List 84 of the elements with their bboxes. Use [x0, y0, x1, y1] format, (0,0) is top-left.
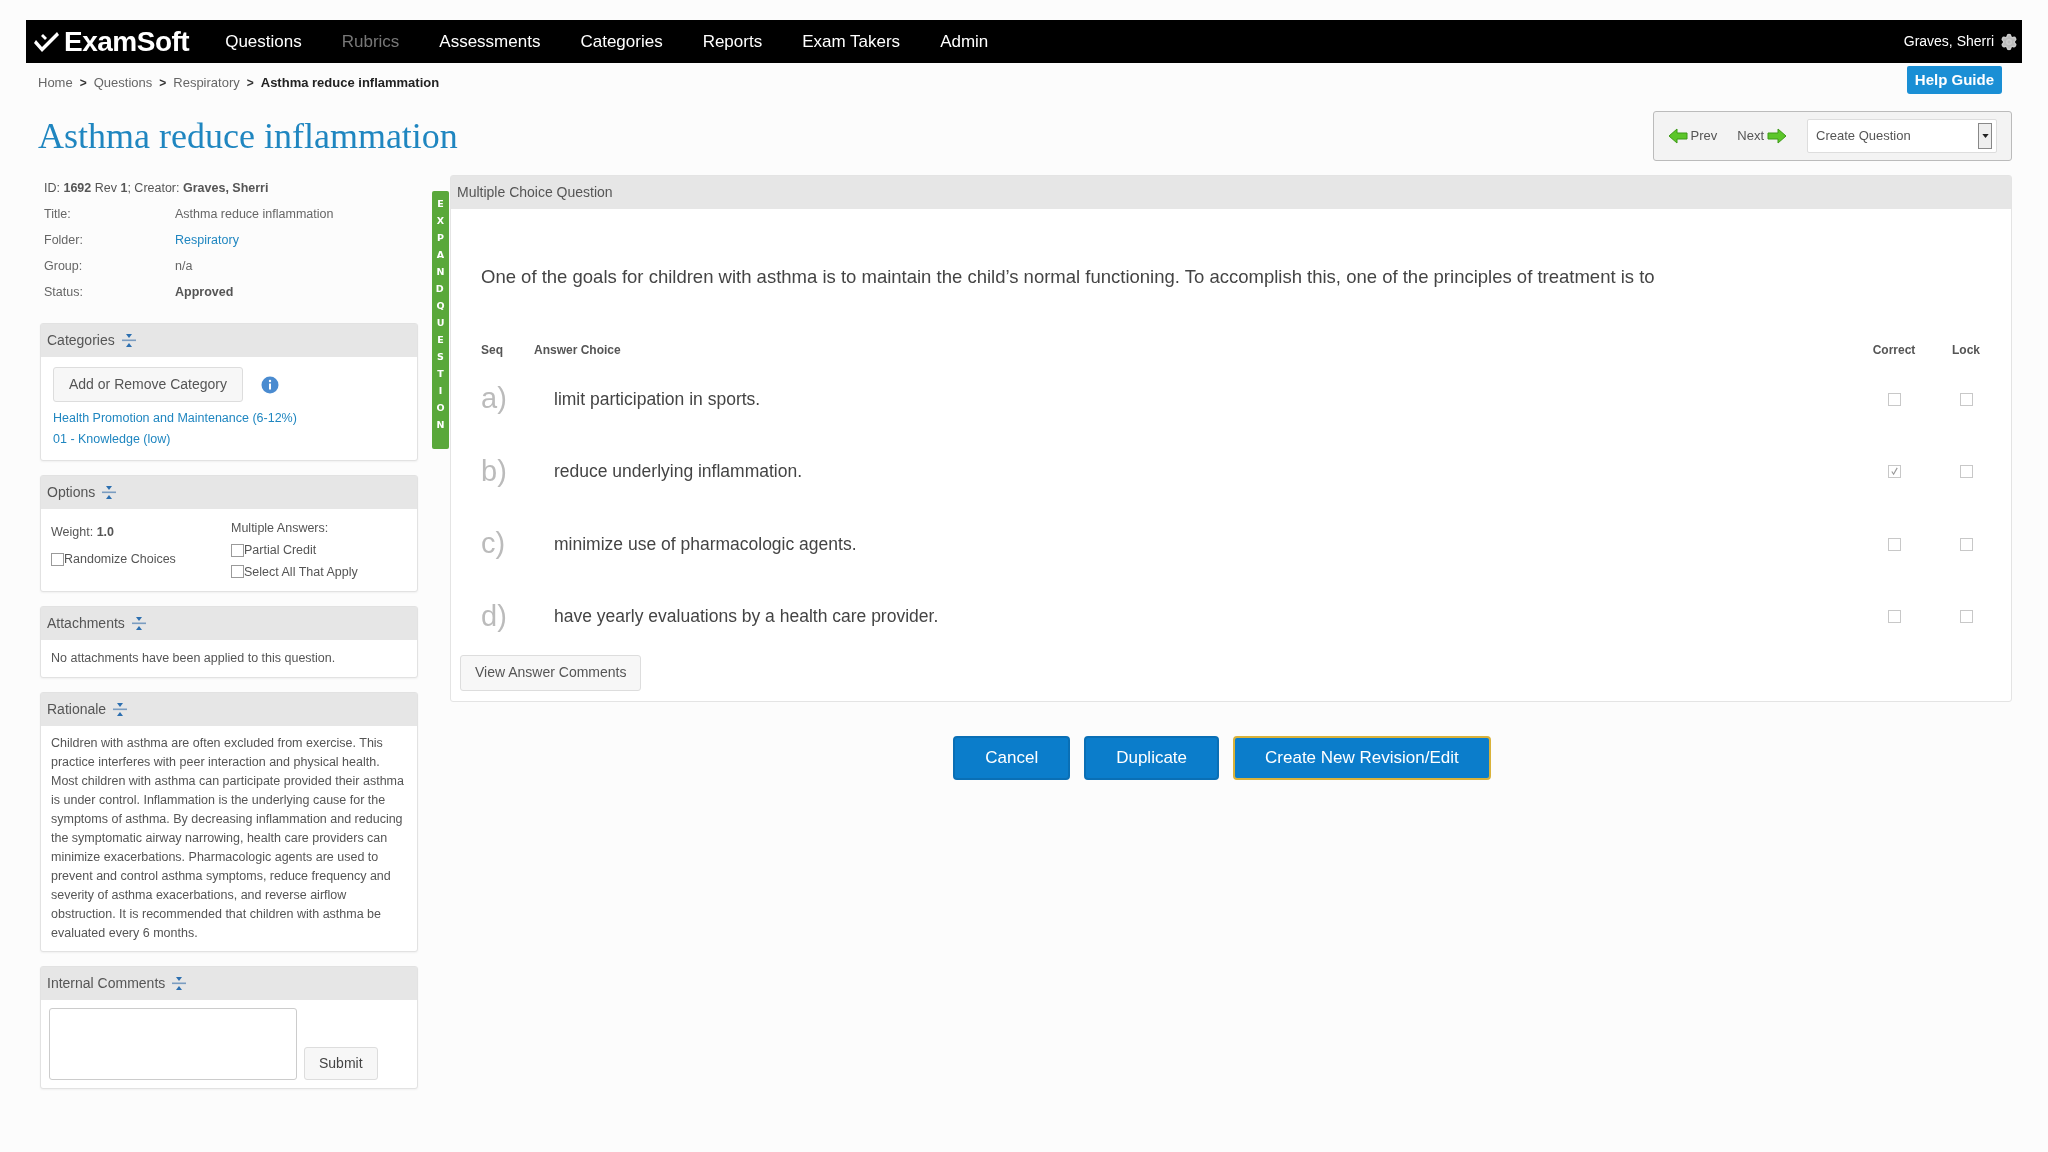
- field-value: Approved: [175, 284, 234, 301]
- nav-link[interactable]: Categories: [580, 28, 663, 55]
- panel-title: Attachments: [47, 614, 125, 634]
- panel-title: Multiple Choice Question: [457, 183, 613, 202]
- correct-checkbox[interactable]: [1887, 537, 1901, 551]
- category-link[interactable]: 01 - Knowledge (low): [53, 429, 405, 450]
- nav-link[interactable]: Exam Takers: [802, 28, 901, 55]
- choice-letter: b): [481, 453, 508, 489]
- field-label: Status:: [44, 284, 84, 301]
- info-icon[interactable]: [260, 375, 279, 394]
- view-answer-comments-button[interactable]: View Answer Comments: [460, 654, 642, 691]
- collapse-icon[interactable]: [120, 332, 137, 349]
- category-link[interactable]: Health Promotion and Maintenance (6-12%): [53, 408, 405, 429]
- checkbox-label: Partial Credit: [244, 541, 317, 559]
- checkbox[interactable]: [231, 565, 244, 579]
- field-value: Asthma reduce inflammation: [175, 206, 334, 223]
- breadcrumb-link[interactable]: Questions: [93, 73, 153, 93]
- page-title: Asthma reduce inflammation: [37, 115, 458, 158]
- checkbox-label: Randomize Choices: [64, 550, 176, 568]
- collapse-icon[interactable]: [112, 701, 129, 718]
- action-button[interactable]: Create New Revision/Edit: [1233, 735, 1491, 780]
- panel-title: Internal Comments: [47, 974, 166, 993]
- choice-letter: c): [481, 526, 507, 562]
- nav-link[interactable]: Reports: [702, 28, 763, 55]
- answer-choice: have yearly evaluations by a health care provider.: [554, 605, 939, 629]
- multiple-answers-label: Multiple Answers:: [231, 520, 330, 537]
- collapse-icon[interactable]: [101, 484, 118, 501]
- lock-checkbox[interactable]: [1959, 392, 1973, 406]
- lock-checkbox[interactable]: [1959, 465, 1973, 478]
- choice-letter: a): [481, 381, 508, 417]
- action-button[interactable]: Cancel: [953, 735, 1071, 780]
- column-header: Answer Choice: [534, 341, 621, 359]
- folder-link[interactable]: Respiratory: [175, 227, 239, 253]
- correct-checkbox[interactable]: [1887, 392, 1901, 406]
- lock-checkbox[interactable]: [1959, 610, 1973, 623]
- field-label: Title:: [44, 206, 72, 223]
- correct-checkbox[interactable]: [1887, 610, 1901, 623]
- field-label: Group:: [44, 258, 84, 275]
- breadcrumb-link[interactable]: Home: [38, 73, 73, 93]
- choice-letter: d): [481, 598, 508, 634]
- checkbox-label: Select All That Apply: [244, 563, 358, 581]
- column-header: Correct: [1871, 341, 1917, 359]
- panel-title: Categories: [47, 331, 115, 350]
- breadcrumb-separator: >: [79, 74, 87, 92]
- create-question-select[interactable]: Create Question: [1807, 119, 1997, 153]
- field-label: Folder:: [44, 232, 84, 249]
- field-value: n/a: [175, 258, 193, 275]
- attachments-message: No attachments have been applied to this question.: [51, 650, 337, 668]
- user-name[interactable]: Graves, Sherri: [1903, 31, 1994, 52]
- panel-title: Rationale: [47, 700, 107, 719]
- checkbox[interactable]: [51, 552, 64, 566]
- right-arrow-icon[interactable]: [1767, 128, 1787, 144]
- submit-button[interactable]: Submit: [304, 1047, 378, 1080]
- breadcrumb-separator: >: [246, 74, 254, 92]
- lock-checkbox[interactable]: [1959, 537, 1973, 551]
- breadcrumb-separator: >: [159, 74, 167, 92]
- question-stem: One of the goals for children with asthma is to maintain the child’s normal functioning. To accomplish this, one of the principles of treatment is to: [481, 265, 1656, 289]
- nav-link[interactable]: Admin: [940, 28, 989, 55]
- rationale-text: Children with asthma are often excluded from exercise. This practice interferes with peer interaction and physical health. Most children with asthma can participate provided their asthma is under control. Inflammation is the underlying cause for the symptoms of asthma. By decreasing inflammation and reducing the symptomatic airway narrowing, health care providers can minimize exacerbations. Pharmacologic agents are used to prevent and control asthma symptoms, reduce frequency and severity of asthma exacerbations, and reverse airflow obstruction. It is recommended that children with asthma be evaluated every 6 months.: [51, 735, 405, 942]
- column-header: Seq: [481, 341, 504, 359]
- weight-label: Weight: 1.0: [51, 524, 115, 541]
- answer-choice: minimize use of pharmacologic agents.: [554, 532, 857, 556]
- question-meta: ID: 1692 Rev 1; Creator: Graves, Sherri: [44, 180, 270, 197]
- next-link[interactable]: Next: [1737, 126, 1787, 146]
- panel-title: Options: [47, 483, 96, 502]
- breadcrumb-link[interactable]: Respiratory: [173, 73, 240, 93]
- help-guide-button[interactable]: Help Guide: [1906, 66, 2002, 94]
- checkbox[interactable]: [231, 543, 244, 557]
- nav-link[interactable]: Assessments: [439, 28, 541, 55]
- column-header: Lock: [1951, 341, 1981, 359]
- breadcrumb-current-page: Asthma reduce inflammation: [260, 74, 440, 92]
- prev-link[interactable]: Prev: [1667, 126, 1718, 146]
- action-button[interactable]: Duplicate: [1084, 735, 1220, 780]
- collapse-icon[interactable]: [130, 615, 147, 632]
- left-arrow-icon[interactable]: [1667, 128, 1688, 144]
- comment-field[interactable]: [49, 1008, 297, 1080]
- logo-text: ExamSoft: [64, 27, 190, 56]
- answer-choice: limit participation in sports.: [554, 387, 761, 411]
- settings-icon[interactable]: [2000, 32, 2018, 51]
- answer-choice: reduce underlying inflammation.: [554, 460, 803, 484]
- collapse-icon[interactable]: [171, 975, 188, 992]
- correct-checkbox[interactable]: [1887, 465, 1901, 478]
- nav-link[interactable]: Questions: [225, 28, 302, 55]
- add-remove-category-button[interactable]: Add or Remove Category: [53, 367, 243, 402]
